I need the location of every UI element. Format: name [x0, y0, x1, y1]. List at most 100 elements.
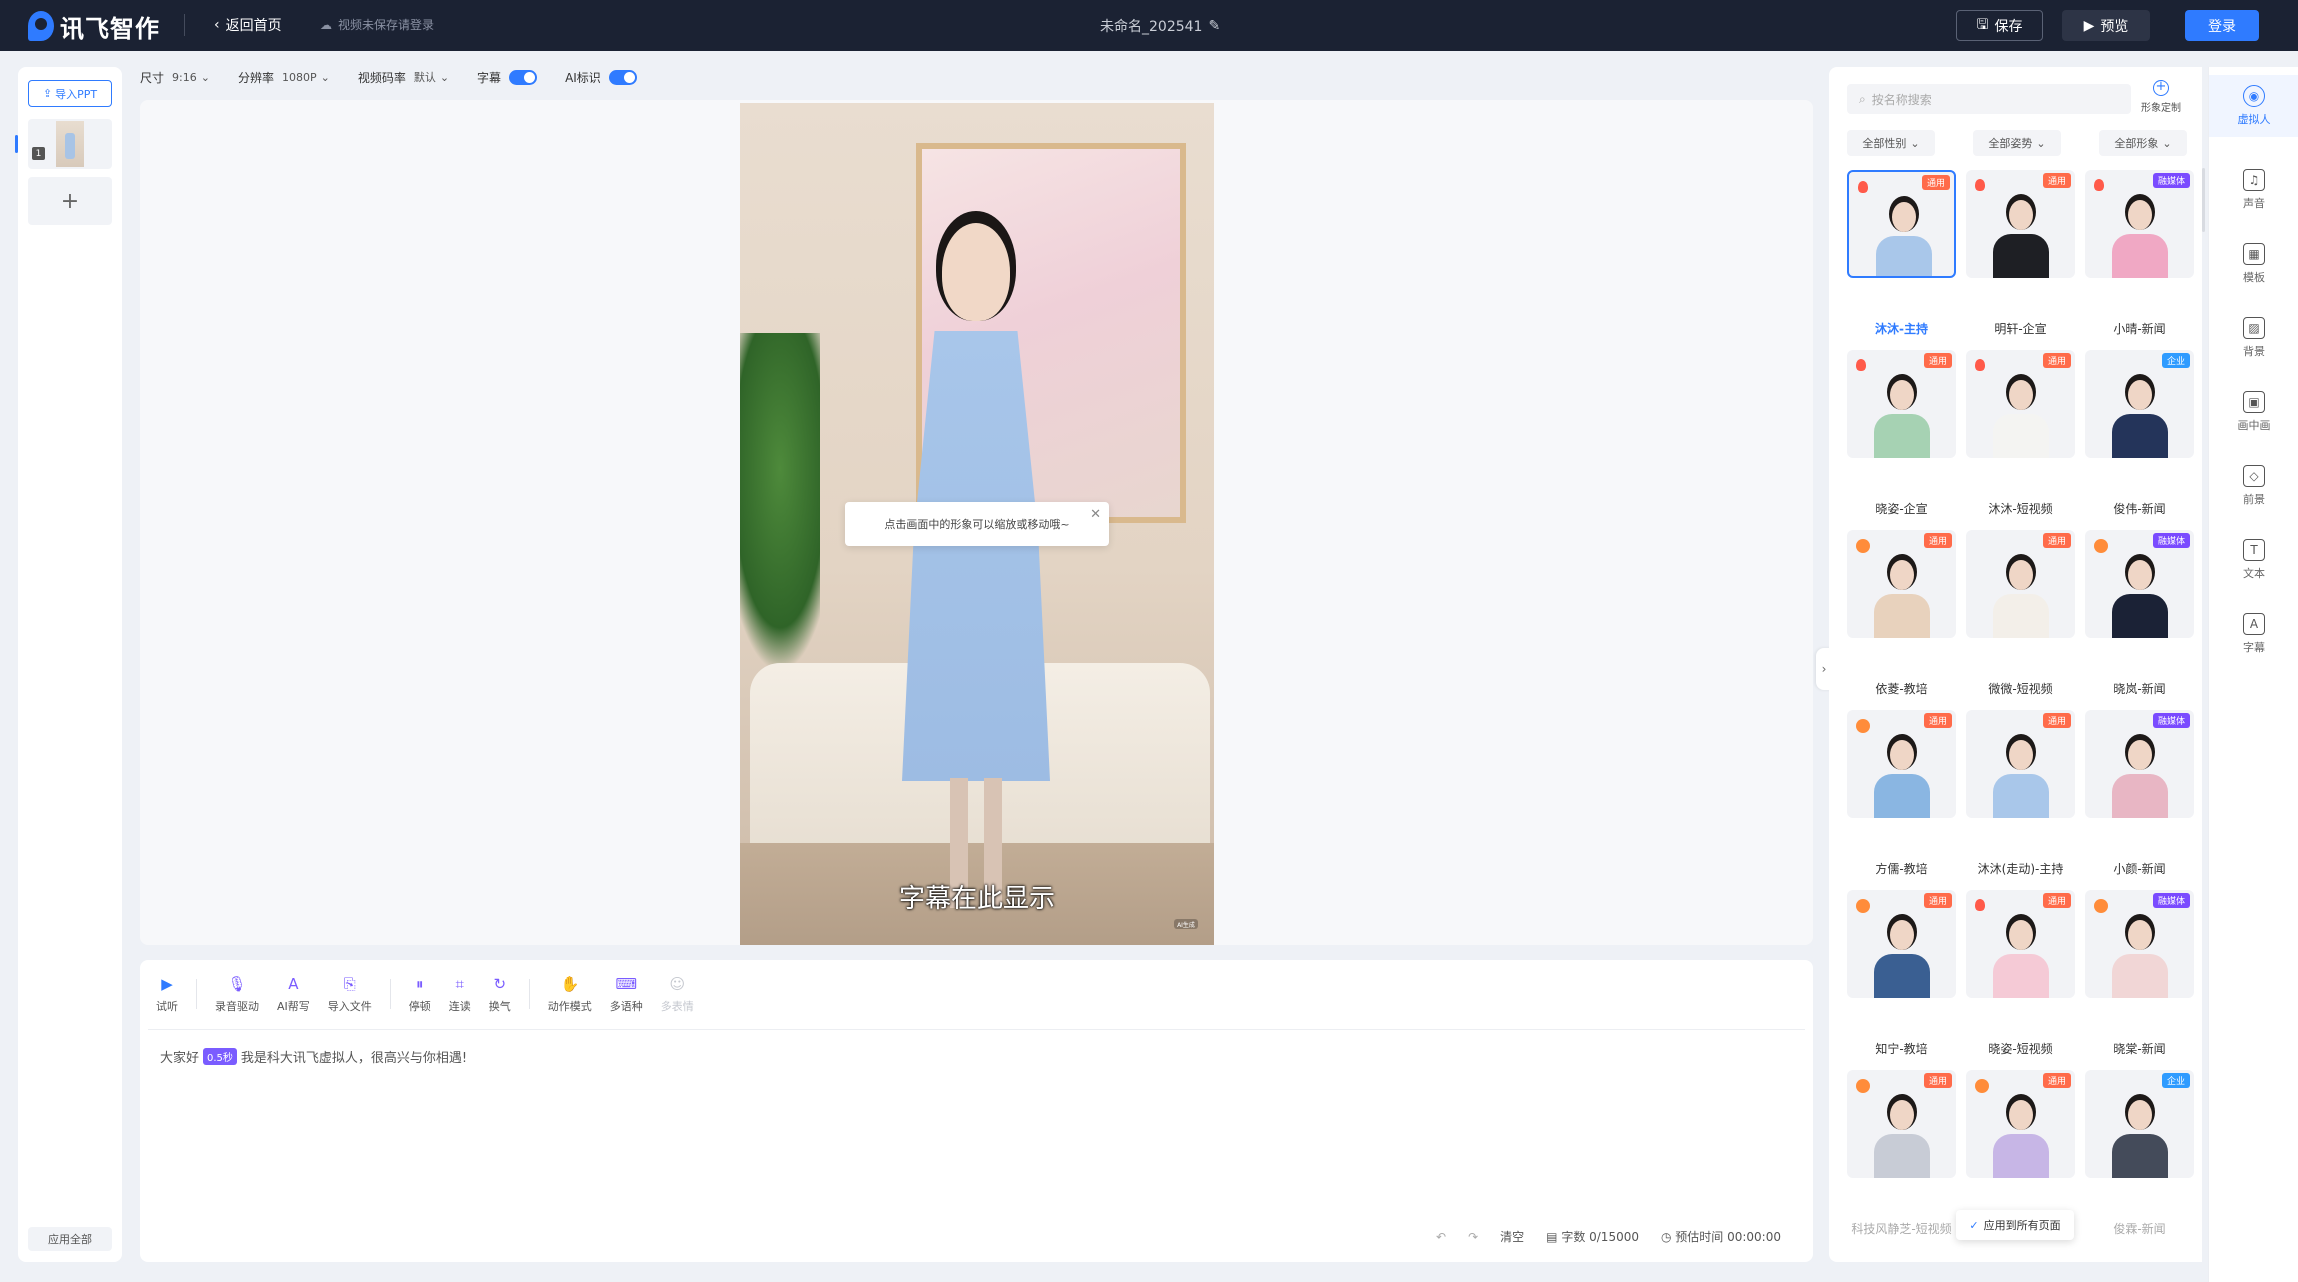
avatar-name[interactable]: 沐沐(走动)-主持: [1966, 860, 2075, 877]
edit-pencil-icon[interactable]: ✎: [1208, 18, 1220, 34]
avatar-card[interactable]: 融媒体: [2085, 170, 2194, 278]
virtual-human-figure[interactable]: [876, 223, 1076, 923]
avatar-name[interactable]: 方儒-教培: [1847, 860, 1956, 877]
close-icon[interactable]: ✕: [1090, 507, 1101, 522]
script-editor: ▶ 试听 🎙 录音驱动 A AI帮写 ⎘ 导入文件 ⏸ 停顿 ⌗ 连读 ↻ 换气 ✋ 动作模式 ⌨ 多语种 ☺ 多表情…: [140, 960, 1813, 1262]
tool-language[interactable]: ⌨ 多语种: [610, 974, 643, 1014]
avatar-card[interactable]: 通用: [1847, 170, 1956, 278]
avatar-name[interactable]: 明轩-企宣: [1966, 320, 2075, 337]
pause-tag[interactable]: 0.5秒: [203, 1048, 237, 1065]
side-nav-subtitle[interactable]: A 字幕: [2209, 603, 2298, 665]
apply-to-all-pages-button[interactable]: ✓ 应用到所有页面: [1956, 1210, 2074, 1240]
avatar-card[interactable]: 通用: [1847, 710, 1956, 818]
import-ppt-button[interactable]: ⇪ 导入PPT: [28, 80, 112, 107]
script-text-area[interactable]: 大家好 0.5秒 我是科大讯飞虚拟人，很高兴与你相遇!: [160, 1047, 467, 1066]
avatar-filter-select[interactable]: 全部形象 ⌄: [2099, 130, 2187, 156]
avatar-card[interactable]: 通用: [1966, 530, 2075, 638]
chevron-left-icon: ‹: [214, 17, 220, 33]
figure-head: [942, 223, 1010, 321]
document-title[interactable]: 未命名_202541 ✎: [1100, 16, 1220, 36]
back-home-button[interactable]: ‹ 返回首页: [214, 15, 282, 35]
side-nav-background[interactable]: ▨ 背景: [2209, 307, 2298, 369]
brand-logo[interactable]: 讯飞智作: [28, 10, 160, 43]
tool-pause[interactable]: ⏸ 停顿: [409, 974, 431, 1014]
side-nav-foreground[interactable]: ◇ 前景: [2209, 455, 2298, 517]
resolution-select[interactable]: 1080P ⌄: [282, 71, 330, 84]
avatar-card[interactable]: 通用: [1966, 350, 2075, 458]
avatar-name[interactable]: 俊霖-新闻: [2085, 1220, 2194, 1237]
brand-mark-icon: [28, 11, 54, 41]
avatar-card[interactable]: 企业: [2085, 1070, 2194, 1178]
background-plant: [740, 333, 820, 673]
avatar-card[interactable]: 通用: [1966, 170, 2075, 278]
tool-mic[interactable]: 🎙 录音驱动: [215, 974, 259, 1014]
side-nav-music-note[interactable]: ♫ 声音: [2209, 159, 2298, 221]
avatar-name[interactable]: 晓棠-新闻: [2085, 1040, 2194, 1057]
avatar-name[interactable]: 俊伟-新闻: [2085, 500, 2194, 517]
add-slide-button[interactable]: +: [28, 177, 112, 225]
avatar-head: [2009, 200, 2033, 230]
avatar-portrait: [1876, 202, 1932, 276]
avatar-name[interactable]: 微微-短视频: [1966, 680, 2075, 697]
avatar-name[interactable]: 依菱-教培: [1847, 680, 1956, 697]
custom-avatar-button[interactable]: + 形象定制: [2131, 80, 2191, 114]
avatar-name[interactable]: 科技风静芝-短视频: [1847, 1220, 1956, 1237]
side-nav-label: 声音: [2243, 197, 2265, 210]
avatar-name[interactable]: 晓岚-新闻: [2085, 680, 2194, 697]
undo-icon[interactable]: ↶: [1436, 1230, 1446, 1244]
slide-thumbnail[interactable]: 1: [28, 119, 112, 169]
size-label: 尺寸: [140, 70, 165, 85]
subtitle-preview[interactable]: 字幕在此显示: [740, 878, 1214, 915]
avatar-card[interactable]: 融媒体: [2085, 890, 2194, 998]
avatar-name[interactable]: 沐沐-短视频: [1966, 500, 2075, 517]
avatar-card[interactable]: 通用: [1847, 890, 1956, 998]
avatar-card[interactable]: 融媒体: [2085, 530, 2194, 638]
tool-play[interactable]: ▶ 试听: [156, 974, 178, 1014]
resolution-setting[interactable]: 分辨率 1080P ⌄: [238, 69, 330, 86]
avatar-name[interactable]: 晓姿-短视频: [1966, 1040, 2075, 1057]
avatar-portrait: [1993, 920, 2049, 998]
avatar-panel-scrollbar[interactable]: [2202, 168, 2205, 232]
avatar-card[interactable]: 企业: [2085, 350, 2194, 458]
tool-ai-write[interactable]: A AI帮写: [277, 974, 310, 1014]
tool-liaison[interactable]: ⌗ 连读: [449, 974, 471, 1014]
preview-button[interactable]: ▶ 预览: [2062, 10, 2150, 41]
side-nav-picture-in-picture[interactable]: ▣ 画中画: [2209, 381, 2298, 443]
avatar-name[interactable]: 晓姿-企宣: [1847, 500, 1956, 517]
clear-button[interactable]: 清空: [1500, 1228, 1524, 1245]
size-select[interactable]: 9:16 ⌄: [172, 71, 210, 84]
ai-mark-toggle[interactable]: [608, 69, 637, 85]
avatar-card[interactable]: 通用: [1966, 1070, 2075, 1178]
redo-icon[interactable]: ↷: [1468, 1230, 1478, 1244]
bitrate-select[interactable]: 默认 ⌄: [414, 69, 449, 85]
side-nav-text[interactable]: T 文本: [2209, 529, 2298, 591]
avatar-portrait: [2112, 560, 2168, 638]
avatar-card[interactable]: 通用: [1847, 530, 1956, 638]
mic-icon: 🎙: [227, 975, 247, 993]
avatar-card[interactable]: 融媒体: [2085, 710, 2194, 818]
tool-breath[interactable]: ↻ 换气: [489, 974, 511, 1014]
avatar-name[interactable]: 小颜-新闻: [2085, 860, 2194, 877]
bitrate-setting[interactable]: 视频码率 默认 ⌄: [358, 69, 449, 86]
side-nav-template[interactable]: ▦ 模板: [2209, 233, 2298, 295]
avatar-filter-select[interactable]: 全部性别 ⌄: [1847, 130, 1935, 156]
avatar-card[interactable]: 通用: [1966, 890, 2075, 998]
apply-all-button[interactable]: 应用全部: [28, 1227, 112, 1251]
avatar-badge: 通用: [1923, 713, 1952, 728]
size-setting[interactable]: 尺寸 9:16 ⌄: [140, 69, 210, 86]
save-button[interactable]: 🖫 保存: [1956, 10, 2043, 41]
avatar-card[interactable]: 通用: [1966, 710, 2075, 818]
side-nav-avatar[interactable]: ◉ 虚拟人: [2209, 75, 2298, 137]
avatar-card[interactable]: 通用: [1847, 350, 1956, 458]
tool-gesture[interactable]: ✋ 动作模式: [548, 974, 592, 1014]
tool-import-file[interactable]: ⎘ 导入文件: [328, 974, 372, 1014]
subtitle-toggle[interactable]: [509, 69, 538, 85]
avatar-name[interactable]: 知宁-教培: [1847, 1040, 1956, 1057]
avatar-search-input[interactable]: ⌕ 按名称搜索: [1847, 84, 2131, 114]
avatar-name[interactable]: 小晴-新闻: [2085, 320, 2194, 337]
login-button[interactable]: 登录: [2185, 10, 2259, 41]
avatar-filter-select[interactable]: 全部姿势 ⌄: [1973, 130, 2061, 156]
avatar-name[interactable]: 沐沐-主持: [1847, 320, 1956, 337]
avatar-card[interactable]: 通用: [1847, 1070, 1956, 1178]
avatar-head: [2128, 200, 2152, 230]
